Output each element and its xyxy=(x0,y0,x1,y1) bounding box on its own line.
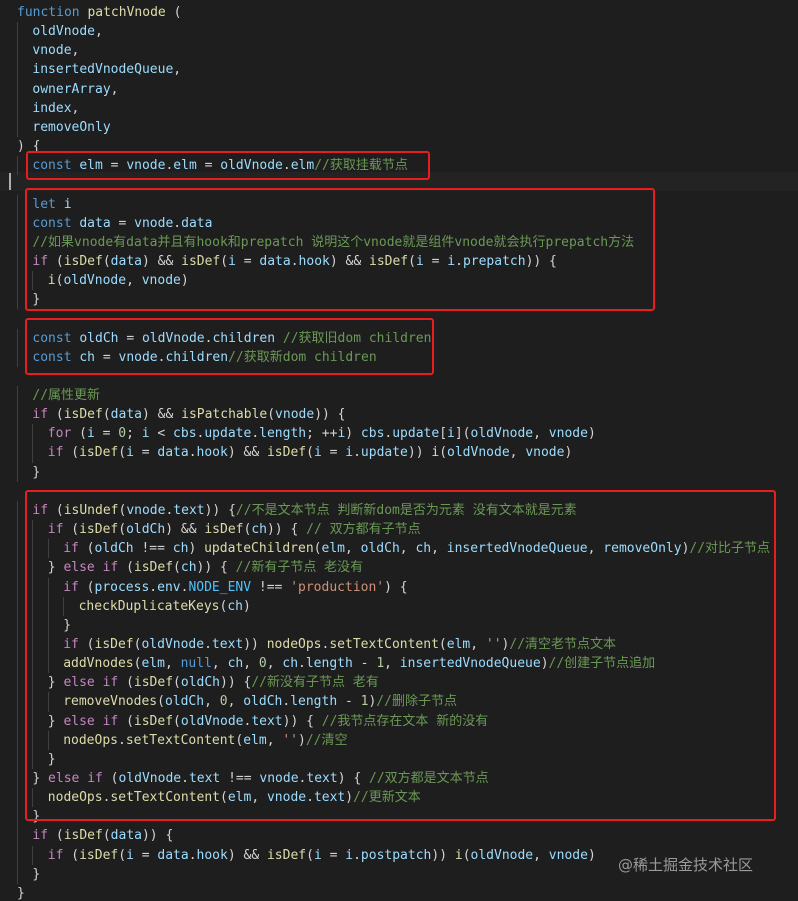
code-line[interactable]: vnode, xyxy=(32,41,79,60)
code-line[interactable]: if (isDef(i = data.hook) && isDef(i = i.… xyxy=(48,846,596,865)
indent-guide xyxy=(17,500,18,884)
code-line[interactable]: //属性更新 xyxy=(32,386,100,405)
code-line[interactable]: } xyxy=(32,463,40,482)
code-line[interactable]: if (isDef(data) && isPatchable(vnode)) { xyxy=(32,405,345,424)
code-line[interactable]: } xyxy=(17,884,25,901)
highlight-box-mount-node xyxy=(26,151,430,180)
highlight-box-text-branch xyxy=(25,490,776,821)
indent-guide xyxy=(17,194,18,310)
indent-guide xyxy=(17,328,18,367)
watermark: @稀土掘金技术社区 xyxy=(618,856,754,874)
code-line[interactable]: for (i = 0; i < cbs.update.length; ++i) … xyxy=(48,424,596,443)
text-cursor xyxy=(9,173,11,190)
code-editor[interactable]: function patchVnode (oldVnode, vnode, inse… xyxy=(0,0,798,901)
code-line[interactable]: removeOnly xyxy=(32,118,110,137)
highlight-box-prepatch xyxy=(25,188,655,311)
code-line[interactable]: } xyxy=(32,865,40,884)
indent-guide xyxy=(32,424,34,463)
highlight-box-children xyxy=(25,318,434,375)
indent-guide xyxy=(32,845,34,865)
indent-guide xyxy=(17,22,18,138)
code-line[interactable]: if (isDef(i = data.hook) && isDef(i = i.… xyxy=(48,443,572,462)
code-line[interactable]: insertedVnodeQueue, xyxy=(32,60,181,79)
code-line[interactable]: ownerArray, xyxy=(32,80,118,99)
indent-guide xyxy=(17,156,18,176)
indent-guide xyxy=(17,386,18,482)
code-line[interactable]: index, xyxy=(32,99,79,118)
code-line[interactable]: function patchVnode ( xyxy=(17,3,181,22)
code-line[interactable]: if (isDef(data)) { xyxy=(32,826,173,845)
code-line[interactable]: oldVnode, xyxy=(32,22,102,41)
